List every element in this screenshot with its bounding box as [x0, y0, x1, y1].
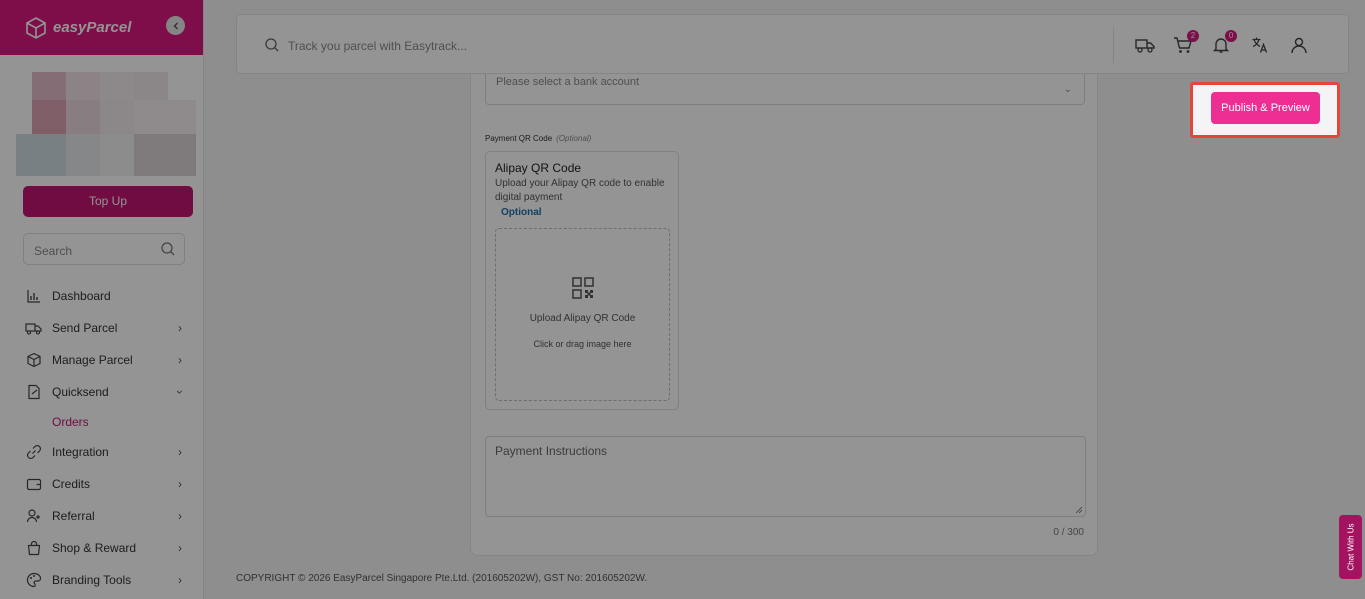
chevron-right-icon: › [178, 353, 182, 367]
payment-settings-card: Please select a bank account ⌄ Payment Q… [470, 74, 1098, 556]
bar-chart-icon [26, 290, 40, 303]
document-send-icon [27, 384, 40, 400]
sidebar-subitem-orders[interactable]: Orders [0, 408, 204, 436]
chat-with-us-tab[interactable]: Chat With Us [1339, 515, 1362, 579]
alipay-qr-upload-dropzone[interactable]: Upload Alipay QR Code Click or drag imag… [495, 228, 670, 401]
sidebar-item-referral[interactable]: Referral › [0, 500, 204, 532]
publish-preview-button[interactable]: Publish & Preview [1211, 92, 1320, 124]
copyright-footer: COPYRIGHT © 2026 EasyParcel Singapore Pt… [236, 573, 648, 584]
payment-qr-optional: (Optional) [556, 134, 592, 143]
sidebar-item-label: Quicksend [52, 385, 109, 399]
sidebar-search-input[interactable]: Search [23, 233, 185, 265]
sidebar-item-label: Integration [52, 445, 109, 459]
bank-account-select-value: Please select a bank account [496, 76, 640, 88]
qr-code-icon [572, 277, 594, 299]
track-parcel-input[interactable]: Track you parcel with Easytrack... [288, 39, 467, 53]
sidebar-item-integration[interactable]: Integration › [0, 436, 204, 468]
sidebar-item-credits[interactable]: Credits › [0, 468, 204, 500]
chevron-down-icon: › [173, 390, 187, 394]
chevron-left-icon [173, 22, 178, 29]
alipay-qr-description: Upload your Alipay QR code to enable dig… [495, 178, 665, 203]
sidebar-item-label: Send Parcel [52, 321, 118, 335]
char-counter: 0 / 300 [1053, 527, 1084, 538]
payment-qr-label-text: Payment QR Code [485, 134, 553, 143]
link-icon [26, 444, 41, 460]
cart-button[interactable]: 2 [1172, 30, 1199, 56]
cart-count-badge: 2 [1187, 30, 1199, 42]
upload-title: Upload Alipay QR Code [529, 313, 636, 324]
truck-icon [25, 323, 42, 335]
sidebar-item-send-parcel[interactable]: Send Parcel › [0, 312, 204, 344]
notifications-button[interactable]: 0 [1210, 30, 1237, 56]
translate-icon [1252, 37, 1268, 53]
collapse-sidebar-button[interactable] [166, 16, 185, 35]
search-icon [161, 242, 175, 256]
sidebar-item-label: Referral [52, 509, 95, 523]
box-icon [26, 352, 41, 368]
profile-avatar-blurred [16, 72, 196, 176]
sidebar-item-branding-tools[interactable]: Branding Tools › [0, 564, 204, 596]
chevron-right-icon: › [178, 573, 182, 587]
notification-count-badge: 0 [1225, 30, 1237, 42]
payment-qr-label: Payment QR Code (Optional) [485, 134, 591, 143]
sidebar-item-manage-parcel[interactable]: Manage Parcel › [0, 344, 204, 376]
alipay-qr-card: Alipay QR Code Upload your Alipay QR cod… [485, 151, 679, 410]
top-up-button[interactable]: Top Up [23, 186, 193, 217]
user-add-icon [26, 509, 40, 523]
upload-hint: Click or drag image here [533, 339, 632, 349]
sidebar: easyParcel Top Up Search Dashboard Send … [0, 0, 204, 599]
sidebar-item-quicksend[interactable]: Quicksend › [0, 376, 204, 408]
sidebar-item-label: Branding Tools [52, 573, 132, 587]
logo-icon [26, 16, 46, 39]
sidebar-item-label: Dashboard [52, 289, 111, 303]
brand-name: easyParcel [53, 19, 132, 36]
chevron-right-icon: › [178, 445, 182, 459]
chevron-right-icon: › [178, 509, 182, 523]
alipay-optional-badge: Optional [501, 207, 542, 218]
header-divider [1113, 27, 1114, 63]
chevron-right-icon: › [178, 321, 182, 335]
chevron-right-icon: › [178, 477, 182, 491]
palette-icon [26, 572, 41, 588]
alipay-qr-title: Alipay QR Code [495, 161, 582, 175]
language-button[interactable] [1249, 34, 1271, 56]
truck-icon [1135, 39, 1155, 53]
wallet-icon [26, 478, 41, 491]
sidebar-item-shop-reward[interactable]: Shop & Reward › [0, 532, 204, 564]
brand-header: easyParcel [0, 0, 203, 55]
sidebar-search-placeholder: Search [34, 244, 73, 258]
shopping-bag-icon [27, 540, 40, 556]
user-icon [1291, 37, 1307, 54]
bank-account-select[interactable]: Please select a bank account ⌄ [485, 74, 1085, 105]
sidebar-item-label: Credits [52, 477, 91, 491]
chat-with-us-label: Chat With Us [1346, 523, 1355, 571]
payment-instructions-textarea[interactable]: Payment Instructions [485, 436, 1086, 517]
user-profile-button[interactable] [1288, 34, 1310, 56]
resize-grip-icon[interactable] [1075, 506, 1083, 514]
top-header: Track you parcel with Easytrack... 2 0 [236, 14, 1349, 74]
sidebar-item-label: Shop & Reward [52, 541, 137, 555]
chevron-right-icon: › [178, 541, 182, 555]
sidebar-item-dashboard[interactable]: Dashboard [0, 280, 204, 312]
sidebar-item-label: Manage Parcel [52, 353, 133, 367]
search-icon [265, 38, 279, 52]
shipment-truck-button[interactable] [1134, 34, 1156, 56]
payment-instructions-placeholder: Payment Instructions [495, 444, 608, 458]
chevron-down-icon: ⌄ [1063, 84, 1072, 95]
sidebar-nav: Dashboard Send Parcel › Manage Parcel › … [0, 280, 204, 596]
